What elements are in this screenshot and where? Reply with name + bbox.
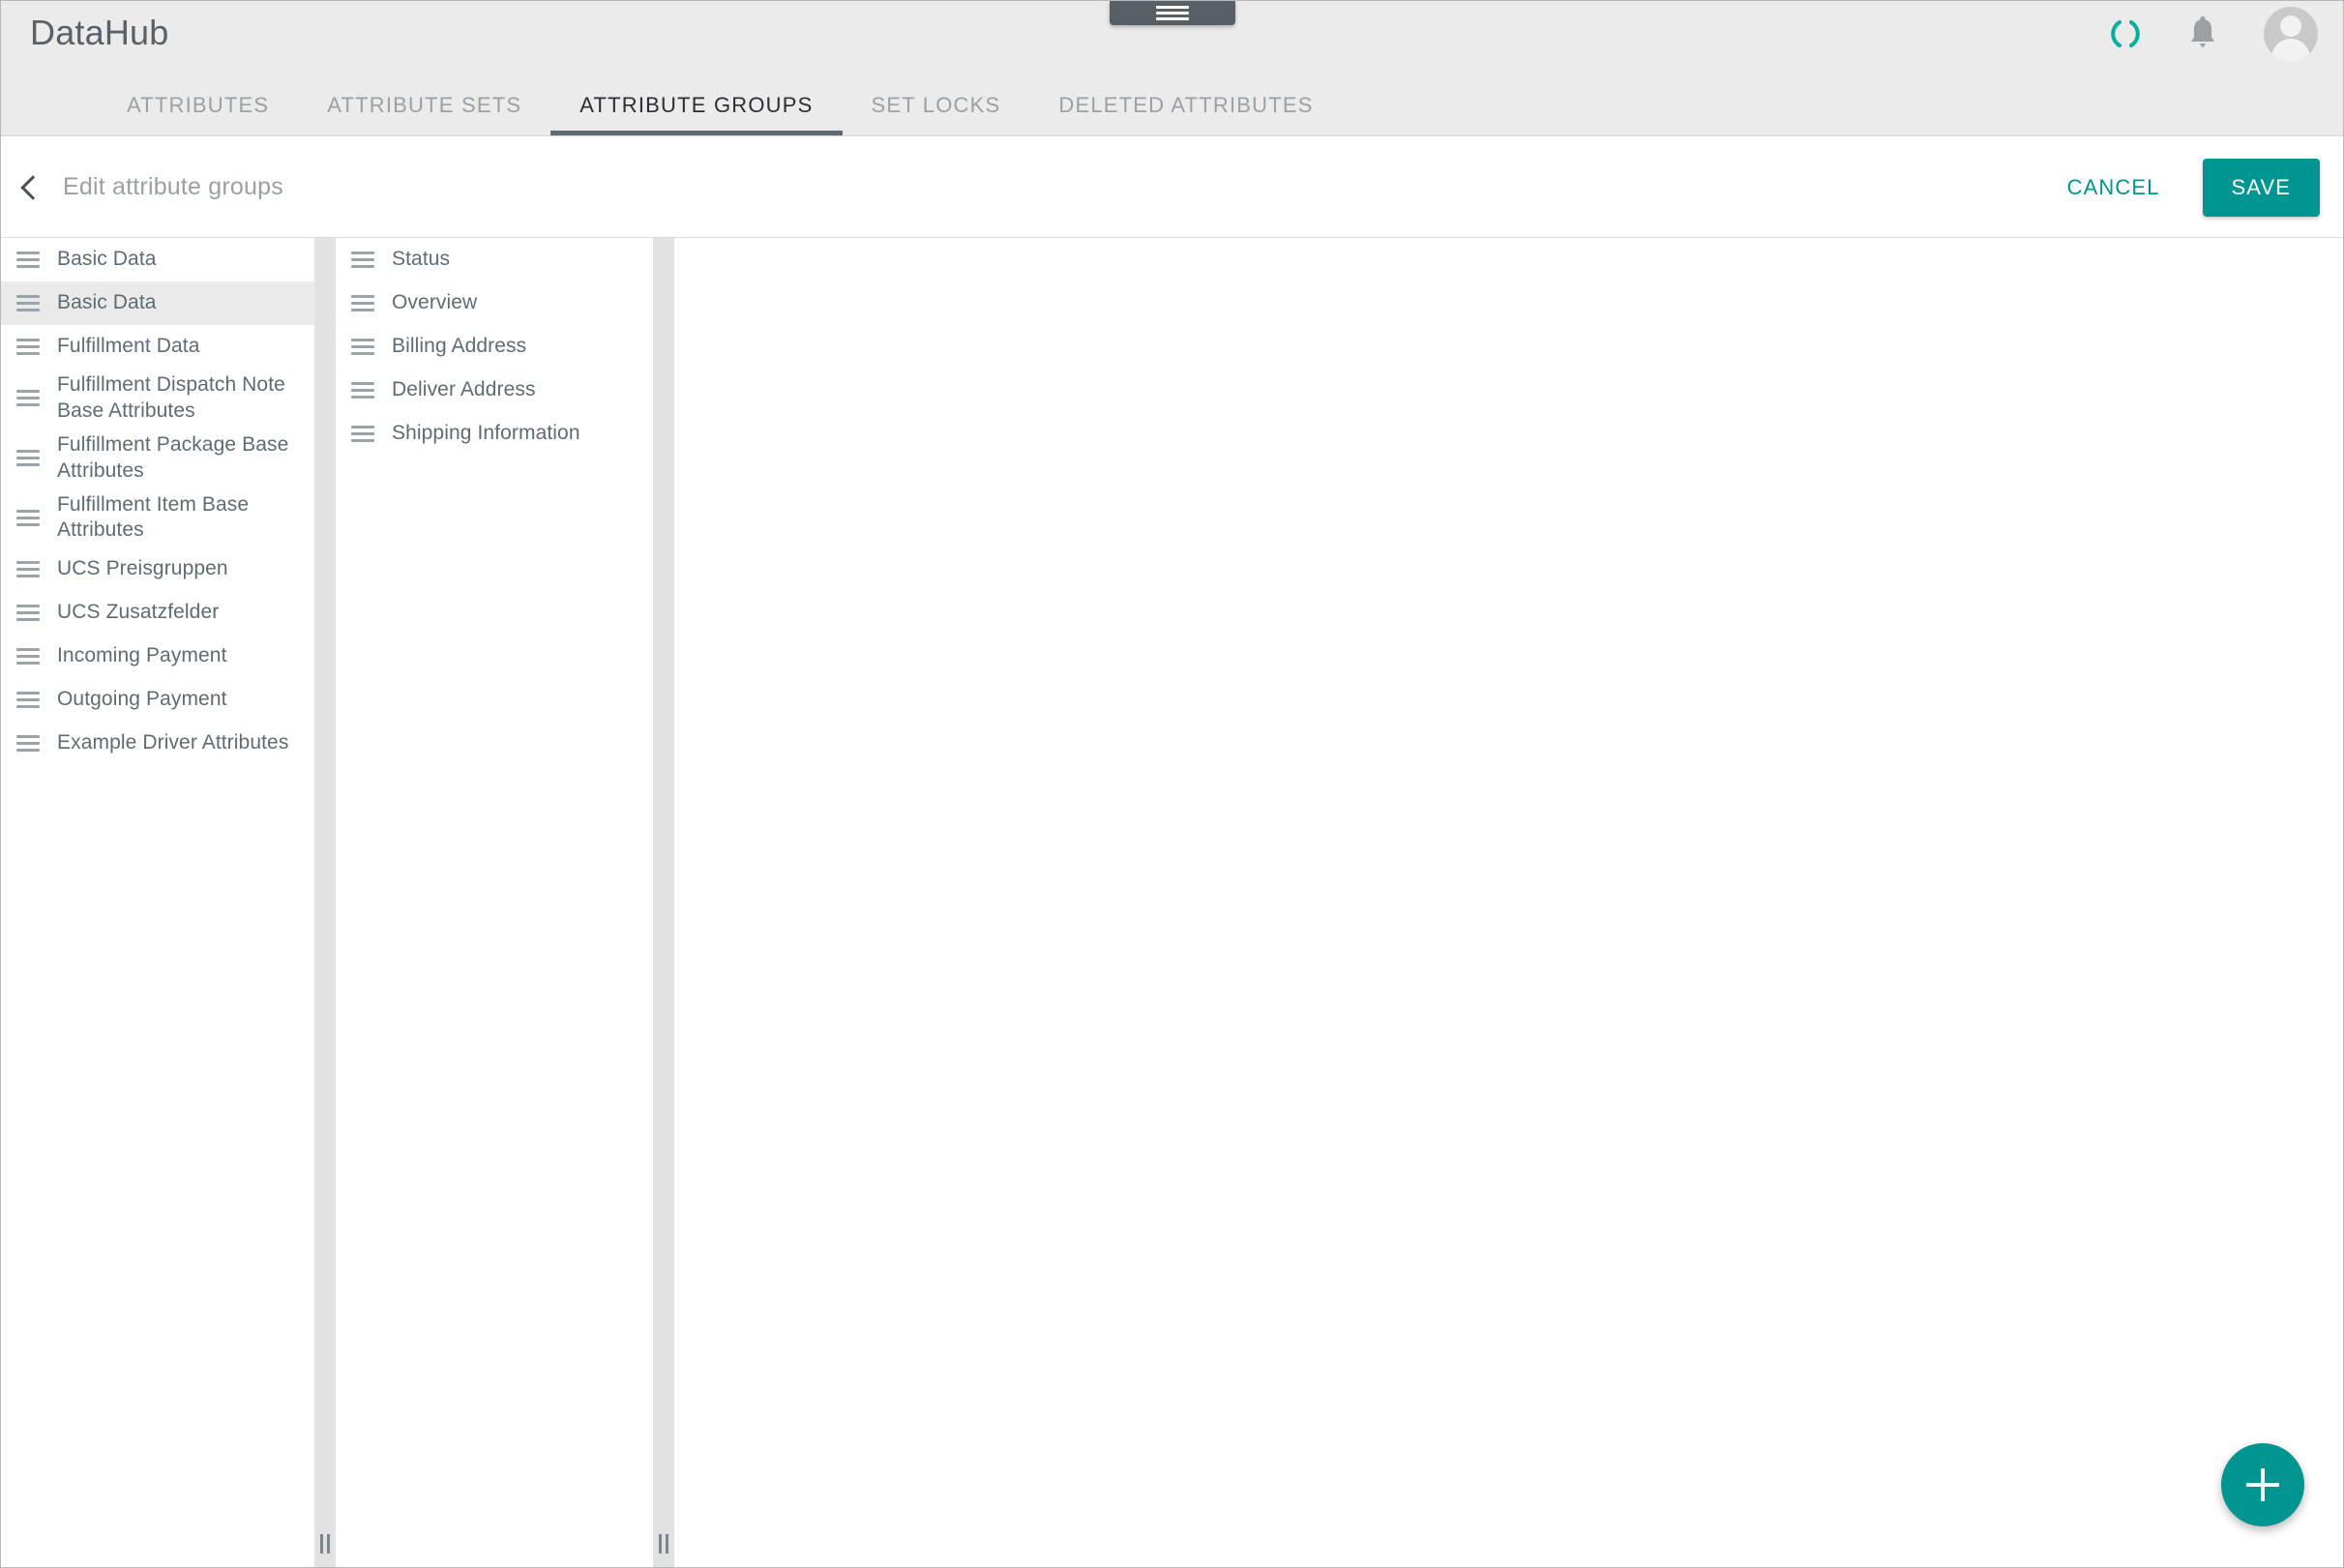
top-header: DataHub ATTRIBUTES ATTRIBUTE SETS ATTRIB… [1,1,2343,136]
drag-handle-icon[interactable] [351,378,374,402]
list-item-label: Example Driver Attributes [57,731,289,754]
list-item-label: UCS Zusatzfelder [57,601,220,624]
add-attribute-group-fab[interactable] [2221,1443,2304,1526]
columns-area: Basic Data Basic Data Fulfillment Data Fulf… [1,238,2343,1567]
drag-handle-icon[interactable] [16,557,40,581]
attribute-group-list-item[interactable]: Fulfillment Package Base Attributes [1,428,314,488]
attribute-subgroup-list-item[interactable]: Overview [336,281,653,325]
drag-handle-icon[interactable] [16,506,40,530]
attribute-detail-column [674,238,2343,1567]
list-item-label: Status [392,248,451,271]
app-window: DataHub ATTRIBUTES ATTRIBUTE SETS ATTRIB… [0,0,2344,1568]
attribute-group-list-item[interactable]: Example Driver Attributes [1,722,314,766]
page-title: Edit attribute groups [63,173,283,200]
attribute-group-list-item[interactable]: Basic Data [1,238,314,281]
attribute-group-list-item[interactable]: UCS Zusatzfelder [1,591,314,636]
list-item-label: Shipping Information [392,422,580,445]
attribute-group-list: Basic Data Basic Data Fulfillment Data Fulf… [1,238,314,766]
list-item-label: Fulfillment Data [57,335,200,358]
tab-attribute-sets[interactable]: ATTRIBUTE SETS [298,95,550,135]
tab-attribute-groups[interactable]: ATTRIBUTE GROUPS [550,95,843,135]
attribute-group-list-item[interactable]: Fulfillment Dispatch Note Base Attribute… [1,369,314,429]
hamburger-menu-icon [1155,3,1189,23]
list-item-label: Outgoing Payment [57,688,227,711]
list-item-label: Overview [392,291,478,314]
drag-handle-icon[interactable] [351,335,374,359]
tab-attributes[interactable]: ATTRIBUTES [98,95,298,135]
list-item-label: Fulfillment Package Base Attributes [57,432,289,482]
tab-deleted-attributes[interactable]: DELETED ATTRIBUTES [1029,95,1342,135]
sub-header-actions: CANCEL SAVE [2052,136,2320,238]
drag-handle-icon[interactable] [351,422,374,446]
drag-handle-icon[interactable] [16,291,40,315]
app-brand-title: DataHub [30,13,169,52]
attribute-group-list-item[interactable]: UCS Preisgruppen [1,547,314,592]
back-navigation: Edit attribute groups [20,136,283,238]
main-tab-bar: ATTRIBUTES ATTRIBUTE SETS ATTRIBUTE GROU… [98,72,1343,135]
drag-handle-icon[interactable] [16,335,40,359]
list-item-label: UCS Preisgruppen [57,557,228,580]
save-button[interactable]: SAVE [2202,158,2320,217]
attribute-group-list-item[interactable]: Fulfillment Item Base Attributes [1,488,314,548]
attribute-group-list-item[interactable]: Fulfillment Data [1,325,314,369]
resize-grip-icon [320,1534,330,1553]
column-splitter-1[interactable] [314,238,336,1567]
chevron-left-icon[interactable] [20,174,45,200]
list-item-label: Deliver Address [392,378,536,401]
attribute-subgroup-list-item[interactable]: Deliver Address [336,369,653,412]
plus-icon [2261,1468,2265,1501]
list-item-label: Incoming Payment [57,644,227,667]
bell-icon[interactable] [2186,15,2219,52]
drag-handle-icon[interactable] [16,446,40,470]
attribute-subgroup-list: Status Overview Billing Address Deliver Add… [336,238,653,456]
user-avatar-icon[interactable] [2264,7,2318,61]
column-splitter-2[interactable] [653,238,674,1567]
drag-handle-icon[interactable] [16,688,40,712]
attribute-group-list-item[interactable]: Incoming Payment [1,635,314,679]
cancel-button[interactable]: CANCEL [2052,163,2176,212]
drag-handle-icon[interactable] [16,644,40,668]
drag-handle-icon[interactable] [16,386,40,410]
drag-handle-icon[interactable] [16,731,40,755]
loading-spinner-icon [2109,17,2142,50]
drag-handle-icon[interactable] [351,291,374,315]
list-item-label: Basic Data [57,248,157,271]
tab-set-locks[interactable]: SET LOCKS [843,95,1030,135]
sub-header: Edit attribute groups CANCEL SAVE [1,136,2343,238]
resize-grip-icon [659,1534,668,1553]
attribute-subgroup-list-item[interactable]: Status [336,238,653,281]
attribute-group-list-item[interactable]: Basic Data [1,281,314,325]
attribute-subgroup-column: Status Overview Billing Address Deliver Add… [336,238,653,1567]
attribute-subgroup-list-item[interactable]: Shipping Information [336,412,653,456]
drag-handle-icon[interactable] [351,248,374,272]
drawer-handle-button[interactable] [1109,1,1235,25]
list-item-label: Fulfillment Dispatch Note Base Attribute… [57,373,285,422]
header-actions [2109,7,2318,61]
drag-handle-icon[interactable] [16,248,40,272]
attribute-group-list-item[interactable]: Outgoing Payment [1,678,314,723]
attribute-group-column: Basic Data Basic Data Fulfillment Data Fulf… [1,238,314,1567]
list-item-label: Basic Data [57,291,157,314]
attribute-subgroup-list-item[interactable]: Billing Address [336,325,653,369]
list-item-label: Billing Address [392,335,527,358]
list-item-label: Fulfillment Item Base Attributes [57,492,250,542]
drag-handle-icon[interactable] [16,601,40,625]
